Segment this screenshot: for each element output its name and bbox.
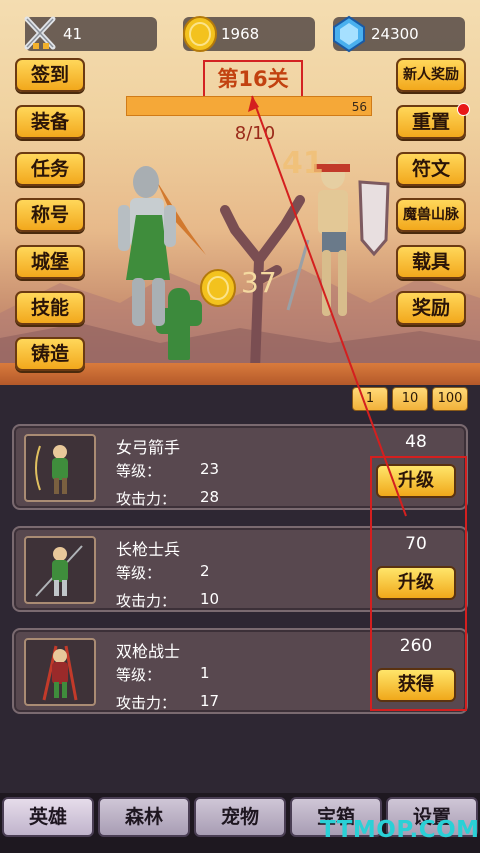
equipment-button[interactable]: 装备 <box>15 105 85 139</box>
hero-level-label: 等级： <box>116 462 162 480</box>
attack-stat-bar: 41 <box>24 16 157 51</box>
hero-attack-label: 攻击力： <box>116 592 177 610</box>
attack-stat-value: 41 <box>63 25 83 43</box>
damage-float-text: 41 <box>282 146 324 181</box>
hero-attack-value: 10 <box>200 590 220 608</box>
hero-level-label: 等级： <box>116 666 162 684</box>
runes-button[interactable]: 符文 <box>396 152 466 186</box>
tab-forest[interactable]: 森林 <box>98 797 190 837</box>
hero-attack-value: 28 <box>200 488 220 506</box>
reset-button-label: 重置 <box>411 111 450 133</box>
rewards-button[interactable]: 奖励 <box>396 291 466 325</box>
upgrade-cost: 48 <box>405 432 427 452</box>
level-progress-bar: 56 <box>126 96 372 116</box>
monster-mountain-button[interactable]: 魔兽山脉 <box>396 198 466 232</box>
hero-name: 女弓箭手 <box>116 438 181 457</box>
archer-portrait <box>24 434 96 502</box>
level-title: 第16关 <box>203 60 303 98</box>
tasks-button[interactable]: 任务 <box>15 152 85 186</box>
gem-stat-bar: 24300 <box>333 15 465 53</box>
wave-counter: 8/10 <box>234 123 276 144</box>
level-progress-fill <box>127 97 371 115</box>
forge-button[interactable]: 铸造 <box>15 337 85 371</box>
newbie-reward-button[interactable]: 新人奖励 <box>396 58 466 92</box>
level-progress-value: 56 <box>351 100 367 114</box>
hero-attack-label: 攻击力： <box>116 490 177 508</box>
gem-stat-value: 24300 <box>371 25 419 43</box>
sign-in-button[interactable]: 签到 <box>15 58 85 92</box>
titles-button[interactable]: 称号 <box>15 198 85 232</box>
hero-name: 长枪士兵 <box>116 540 181 559</box>
skills-button[interactable]: 技能 <box>15 291 85 325</box>
multiplier-1-button[interactable]: 1 <box>352 387 388 411</box>
notification-dot <box>457 103 470 116</box>
vehicle-button[interactable]: 载具 <box>396 245 466 279</box>
archer-sprite-icon <box>35 445 68 494</box>
gold-coin-icon <box>183 16 217 52</box>
multiplier-10-button[interactable]: 10 <box>392 387 428 411</box>
hero-level-value: 23 <box>200 460 220 478</box>
tab-pets[interactable]: 宠物 <box>194 797 286 837</box>
annotation-highlight-box <box>370 456 467 711</box>
spearman-portrait <box>24 536 96 604</box>
hero-attack-label: 攻击力： <box>116 694 177 712</box>
watermark: TTMOP.COM <box>320 817 480 843</box>
reset-button[interactable]: 重置 <box>396 103 470 139</box>
spearman-sprite-icon <box>35 545 83 597</box>
hero-attack-value: 17 <box>200 692 220 710</box>
coin-reward-float: 37 <box>241 266 277 299</box>
multiplier-100-button[interactable]: 100 <box>432 387 468 411</box>
gold-stat-bar: 1968 <box>183 16 315 52</box>
gold-coin-icon <box>200 269 236 307</box>
blue-gem-icon <box>333 15 365 53</box>
hero-level-value: 2 <box>200 562 210 580</box>
hero-name: 双枪战士 <box>116 642 181 661</box>
castle-button[interactable]: 城堡 <box>15 245 85 279</box>
hero-level-value: 1 <box>200 664 210 682</box>
tab-heroes[interactable]: 英雄 <box>2 797 94 837</box>
dual-lance-warrior-portrait <box>24 638 96 706</box>
dual-lance-warrior-sprite-icon <box>42 645 78 701</box>
crossed-swords-icon <box>24 16 56 50</box>
knight-hero-sprite <box>118 166 206 326</box>
hero-level-label: 等级： <box>116 564 162 582</box>
gold-stat-value: 1968 <box>221 25 260 43</box>
